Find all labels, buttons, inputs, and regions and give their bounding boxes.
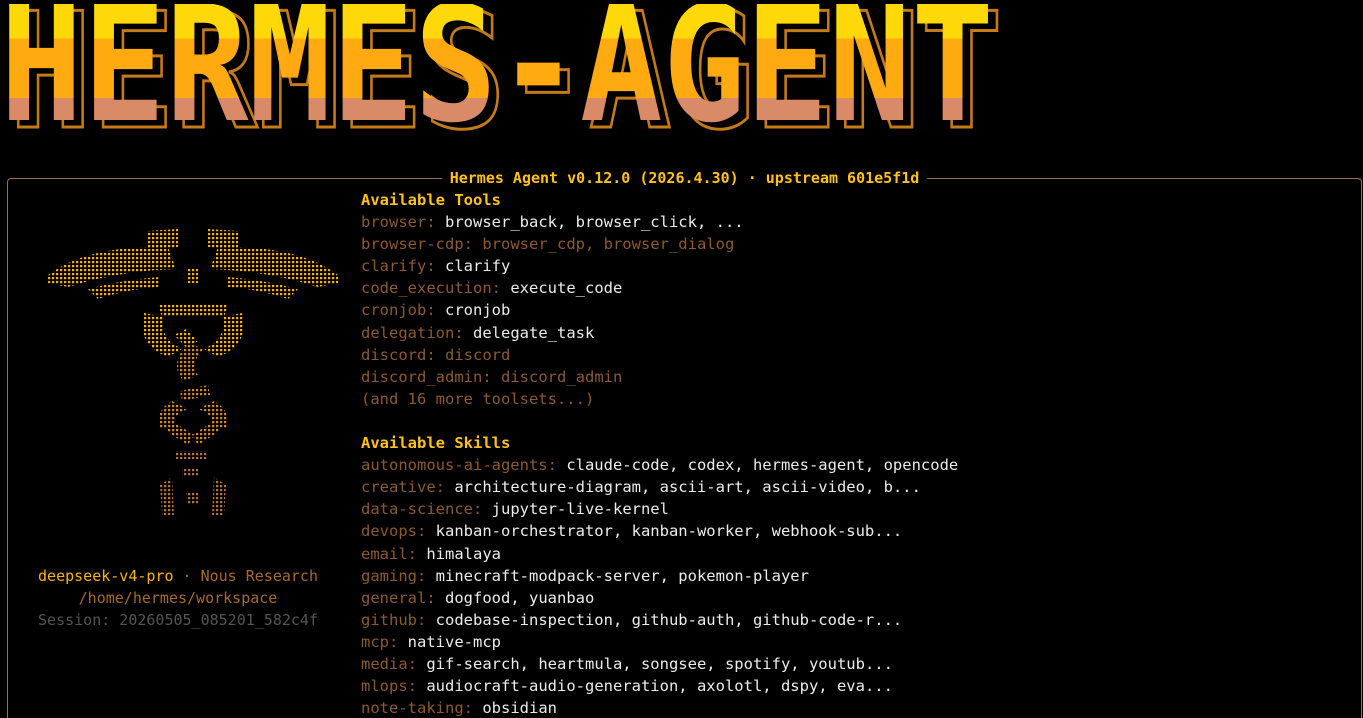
skill-values: himalaya [426, 544, 501, 563]
skill-row: devops: kanban-orchestrator, kanban-work… [361, 520, 1351, 542]
caduceus-icon [48, 229, 338, 515]
skill-category: github: [361, 610, 427, 629]
model-line: deepseek-v4-pro · Nous Research [8, 567, 348, 585]
skill-values: codebase-inspection, github-auth, github… [435, 610, 903, 629]
skill-values: native-mcp [407, 632, 501, 651]
skill-category: autonomous-ai-agents: [361, 456, 557, 475]
skill-values: kanban-orchestrator, kanban-worker, webh… [435, 522, 903, 541]
tool-row: clarify: clarify [361, 255, 1351, 277]
skill-values: gif-search, heartmula, songsee, spotify,… [426, 654, 893, 673]
skill-row: autonomous-ai-agents: claude-code, codex… [361, 454, 1351, 476]
capabilities-list: Available Tools browser: browser_back, b… [361, 189, 1351, 718]
model-vendor: Nous Research [200, 567, 318, 585]
skill-row: data-science: jupyter-live-kernel [361, 498, 1351, 520]
tool-category: browser-cdp: [361, 235, 473, 254]
skill-values: obsidian [482, 699, 557, 718]
tool-row: discord: discord [361, 344, 1351, 366]
tool-row: browser: browser_back, browser_click, ..… [361, 211, 1351, 233]
skill-row: gaming: minecraft-modpack-server, pokemo… [361, 565, 1351, 587]
tool-category: code_execution: [361, 279, 501, 298]
tool-row: discord_admin: discord_admin [361, 366, 1351, 388]
skill-category: devops: [361, 522, 427, 541]
tool-row: code_execution: execute_code [361, 277, 1351, 299]
skill-category: mlops: [361, 677, 417, 696]
more-toolsets-note: (and 16 more toolsets...) [361, 389, 595, 408]
tool-row: browser-cdp: browser_cdp, browser_dialog [361, 233, 1351, 255]
skill-values: dogfood, yuanbao [445, 588, 595, 607]
tools-list: browser: browser_back, browser_click, ..… [361, 211, 1351, 388]
skill-category: gaming: [361, 566, 427, 585]
tool-category: discord: [361, 345, 436, 364]
tool-category: cronjob: [361, 301, 436, 320]
skill-values: architecture-diagram, ascii-art, ascii-v… [454, 478, 921, 497]
tool-values: browser_back, browser_click, ... [445, 213, 744, 232]
tool-row: delegation: delegate_task [361, 322, 1351, 344]
skill-values: audiocraft-audio-generation, axolotl, ds… [426, 677, 893, 696]
tool-category: clarify: [361, 257, 436, 276]
tool-values: cronjob [445, 301, 511, 320]
separator-dot: · [182, 567, 192, 585]
tool-row: cronjob: cronjob [361, 299, 1351, 321]
skill-category: creative: [361, 478, 445, 497]
skill-values: minecraft-modpack-server, pokemon-player [435, 566, 809, 585]
model-name: deepseek-v4-pro [38, 567, 174, 585]
skill-category: email: [361, 544, 417, 563]
skill-category: note-taking: [361, 699, 473, 718]
skill-row: email: himalaya [361, 543, 1351, 565]
panel-title: Hermes Agent v0.12.0 (2026.4.30) · upstr… [441, 168, 928, 188]
hermes-agent-logo: HERMES-AGENT HERMES-AGENT [0, 4, 1005, 140]
skill-category: media: [361, 654, 417, 673]
session-id: Session: 20260505_085201_582c4f [38, 611, 318, 629]
skill-category: data-science: [361, 500, 483, 519]
skill-row: mcp: native-mcp [361, 631, 1351, 653]
skill-row: creative: architecture-diagram, ascii-ar… [361, 476, 1351, 498]
tool-values: execute_code [510, 279, 623, 298]
tool-values: discord_admin [501, 367, 623, 386]
skill-row: general: dogfood, yuanbao [361, 587, 1351, 609]
tool-category: discord_admin: [361, 367, 492, 386]
skill-category: general: [361, 588, 436, 607]
working-directory: /home/hermes/workspace [78, 589, 278, 607]
tools-section-title: Available Tools [361, 191, 501, 209]
tool-values: clarify [445, 257, 511, 276]
skills-section-title: Available Skills [361, 434, 511, 453]
skill-row: note-taking: obsidian [361, 697, 1351, 718]
logo-text: HERMES-AGENT [0, 4, 994, 140]
tool-values: browser_cdp, browser_dialog [482, 235, 735, 254]
tool-category: browser: [361, 213, 436, 232]
skill-row: mlops: audiocraft-audio-generation, axol… [361, 675, 1351, 697]
tool-values: delegate_task [473, 323, 595, 342]
skill-row: media: gif-search, heartmula, songsee, s… [361, 653, 1351, 675]
skill-values: jupyter-live-kernel [491, 500, 669, 519]
skills-list: autonomous-ai-agents: claude-code, codex… [361, 454, 1351, 718]
skill-values: claude-code, codex, hermes-agent, openco… [566, 456, 959, 475]
tool-category: delegation: [361, 323, 464, 342]
tool-values: discord [445, 345, 511, 364]
skill-category: mcp: [361, 632, 399, 651]
skill-row: github: codebase-inspection, github-auth… [361, 609, 1351, 631]
